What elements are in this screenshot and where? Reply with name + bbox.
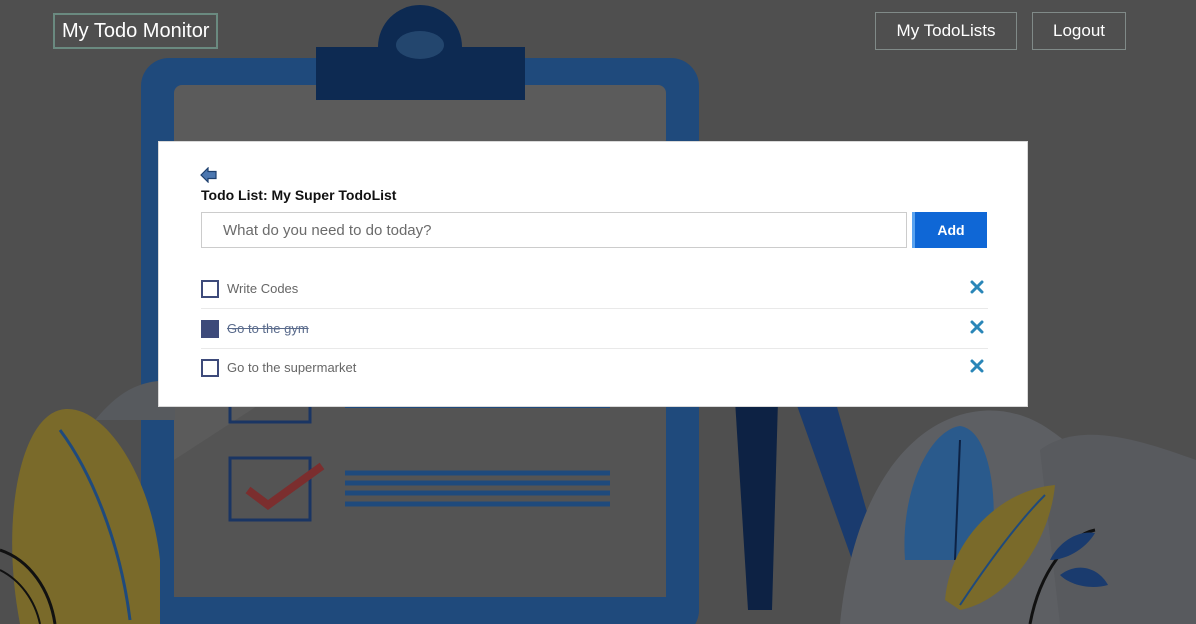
todo-item-text: Write Codes — [227, 281, 299, 296]
brand-logo[interactable]: My Todo Monitor — [53, 13, 219, 49]
checkbox-icon[interactable] — [201, 320, 219, 338]
close-x-icon[interactable] — [970, 280, 984, 294]
close-x-icon[interactable] — [970, 359, 984, 373]
todo-item: Write Codes — [201, 269, 988, 309]
close-x-icon[interactable] — [970, 320, 984, 334]
todo-list-title: Todo List: My Super TodoList — [201, 187, 397, 203]
checkbox-icon[interactable] — [201, 280, 219, 298]
new-todo-input[interactable] — [201, 212, 907, 248]
todo-item: Go to the supermarket — [201, 348, 988, 388]
todo-item: Go to the gym — [201, 309, 988, 349]
checkbox-icon[interactable] — [201, 359, 219, 377]
add-todo-button[interactable]: Add — [912, 212, 987, 248]
todo-item-text: Go to the gym — [227, 321, 309, 336]
back-arrow-icon[interactable] — [200, 167, 217, 183]
todo-list-card: Todo List: My Super TodoList Add Write C… — [158, 141, 1028, 407]
my-todolists-button[interactable]: My TodoLists — [875, 12, 1017, 50]
logout-button[interactable]: Logout — [1032, 12, 1126, 50]
todo-item-text: Go to the supermarket — [227, 360, 357, 375]
